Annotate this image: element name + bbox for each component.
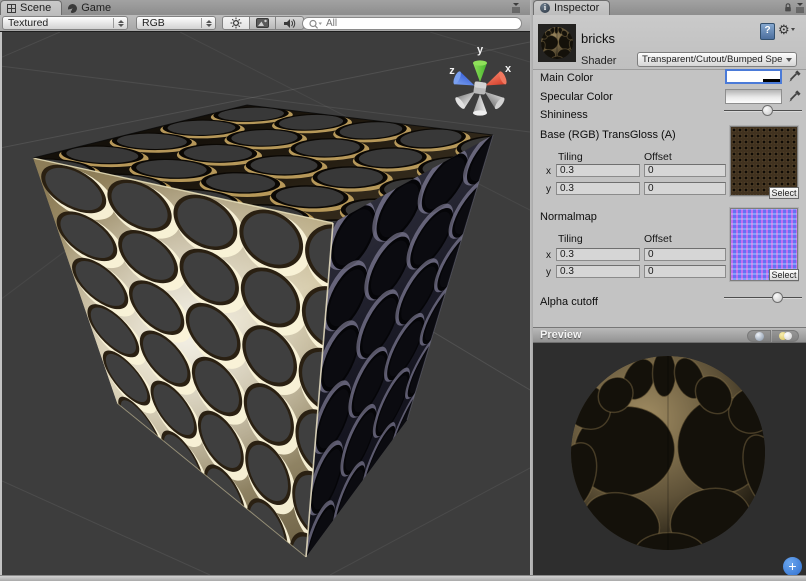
- normalmap-select-button[interactable]: Select: [769, 269, 799, 281]
- main-color-eyedropper-icon[interactable]: [788, 69, 802, 84]
- inspector-tab-menu-icon[interactable]: [795, 2, 805, 13]
- gizmo-z-label: z: [449, 65, 455, 77]
- inspector-pane: Inspector bricks Shader Transparent/Cuto…: [533, 0, 806, 575]
- tiling-header: Tiling: [558, 233, 583, 245]
- material-header: bricks Shader Transparent/Cutout/Bumped …: [533, 15, 806, 70]
- shininess-label: Shininess: [540, 109, 588, 121]
- specular-color-swatch[interactable]: [725, 89, 782, 104]
- normal-tiling-y-field[interactable]: [556, 265, 640, 278]
- tiling-header: Tiling: [558, 151, 583, 163]
- x-label: x: [537, 250, 551, 261]
- sphere-icon: [755, 332, 764, 341]
- alpha-cutoff-slider[interactable]: [724, 291, 802, 304]
- offset-header: Offset: [644, 151, 672, 163]
- scene-3d-view: y x z: [2, 32, 530, 575]
- offset-header: Offset: [644, 233, 672, 245]
- help-icon[interactable]: ?: [760, 23, 775, 40]
- scene-skybox-toggle[interactable]: [250, 16, 276, 30]
- scene-tab-menu-icon[interactable]: [511, 2, 521, 13]
- preview-sphere: [533, 343, 806, 575]
- base-tiling-x-field[interactable]: [556, 164, 640, 177]
- scene-pane: Scene Game Textured RGB: [0, 0, 530, 575]
- chevron-down-icon: [786, 58, 792, 62]
- alpha-strip: [727, 79, 780, 82]
- material-preview-icon: [538, 24, 576, 62]
- game-icon: [68, 4, 77, 13]
- normal-offset-y-field[interactable]: [644, 265, 726, 278]
- scene-audio-toggle[interactable]: [276, 16, 304, 30]
- tab-inspector-label: Inspector: [554, 2, 599, 14]
- main-color-label: Main Color: [540, 72, 593, 84]
- light-off-icon: [784, 332, 792, 340]
- material-name: bricks: [581, 31, 615, 46]
- y-label: y: [537, 184, 551, 195]
- specular-color-eyedropper-icon[interactable]: [788, 89, 802, 104]
- specular-color-label: Specular Color: [540, 91, 613, 103]
- alpha-cutoff-slider-thumb[interactable]: [772, 292, 783, 303]
- unity-editor-window: Scene Game Textured RGB: [0, 0, 806, 581]
- y-label: y: [537, 267, 551, 278]
- search-icon: [309, 19, 323, 29]
- color-channel-value: RGB: [142, 17, 165, 29]
- slider-track: [724, 297, 802, 299]
- normalmap-label: Normalmap: [540, 211, 597, 223]
- preview-shape-button[interactable]: [747, 330, 771, 342]
- base-texture-select-button[interactable]: Select: [769, 187, 799, 199]
- sun-icon: [230, 17, 242, 29]
- scene-lighting-toggle[interactable]: [222, 16, 250, 30]
- gizmo-y-label: y: [477, 44, 484, 56]
- normal-offset-x-field[interactable]: [644, 248, 726, 261]
- shininess-slider-thumb[interactable]: [762, 105, 773, 116]
- base-texture-thumbnail[interactable]: [730, 126, 798, 196]
- base-map-label: Base (RGB) TransGloss (A): [540, 129, 676, 141]
- base-tiling-y-field[interactable]: [556, 182, 640, 195]
- status-bar: [0, 575, 806, 581]
- speaker-icon: [283, 18, 296, 29]
- scene-tabbar: Scene Game: [0, 0, 530, 16]
- updown-icon: [201, 18, 212, 28]
- tab-game-label: Game: [81, 2, 111, 14]
- render-mode-value: Textured: [8, 17, 48, 29]
- scene-search-field[interactable]: [302, 17, 522, 30]
- inspector-tabbar: Inspector: [533, 0, 806, 16]
- render-mode-dropdown[interactable]: Textured: [2, 16, 128, 30]
- preview-zoom-button[interactable]: [783, 557, 802, 575]
- tab-inspector[interactable]: Inspector: [533, 0, 610, 15]
- color-channel-dropdown[interactable]: RGB: [136, 16, 216, 30]
- preview-header: Preview: [533, 327, 806, 343]
- search-input[interactable]: [326, 18, 515, 29]
- x-label: x: [537, 166, 551, 177]
- preview-content[interactable]: [533, 343, 806, 575]
- preview-lighting-button[interactable]: [772, 330, 799, 342]
- updown-icon: [113, 18, 124, 28]
- tab-scene[interactable]: Scene: [0, 0, 62, 15]
- preview-title: Preview: [540, 329, 582, 341]
- main-color-swatch[interactable]: [725, 69, 782, 84]
- gizmo-x-label: x: [505, 63, 512, 75]
- normal-tiling-x-field[interactable]: [556, 248, 640, 261]
- inspector-lock-icon[interactable]: [783, 2, 793, 13]
- scene-grid-icon: [7, 4, 16, 13]
- shader-value: Transparent/Cutout/Bumped Spe: [642, 54, 782, 65]
- base-offset-x-field[interactable]: [644, 164, 726, 177]
- info-icon: [540, 3, 550, 13]
- shininess-slider[interactable]: [724, 104, 802, 117]
- gear-icon[interactable]: [778, 22, 795, 38]
- image-icon: [256, 18, 269, 28]
- base-offset-y-field[interactable]: [644, 182, 726, 195]
- tab-scene-label: Scene: [20, 2, 51, 14]
- shader-dropdown[interactable]: Transparent/Cutout/Bumped Spe: [637, 52, 797, 67]
- shader-label: Shader: [581, 55, 616, 67]
- alpha-cutoff-label: Alpha cutoff: [540, 296, 598, 308]
- scene-viewport[interactable]: y x z: [2, 32, 530, 575]
- scene-toolbar: Textured RGB: [0, 15, 530, 32]
- tab-game[interactable]: Game: [62, 1, 121, 15]
